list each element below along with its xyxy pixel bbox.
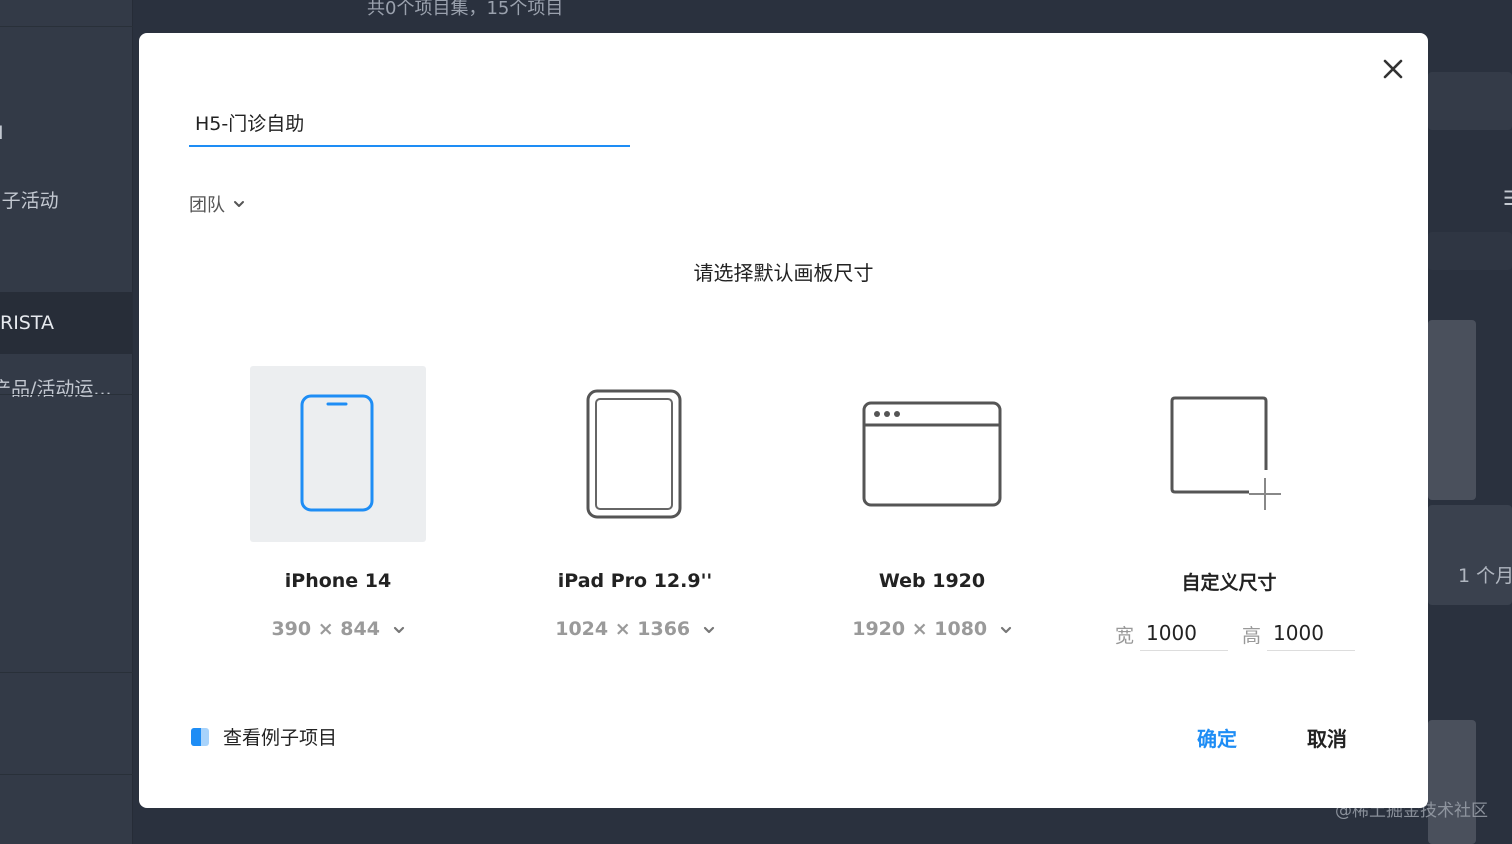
background-card <box>1428 505 1512 605</box>
view-example-projects-link[interactable]: 查看例子项目 <box>189 723 337 750</box>
device-name: iPhone 14 <box>284 570 392 592</box>
sidebar-divider <box>0 394 133 395</box>
device-thumbnail <box>547 366 723 542</box>
device-name: iPad Pro 12.9'' <box>557 570 713 592</box>
sidebar-divider <box>0 26 133 27</box>
sidebar-item-label[interactable]: I子活动 <box>0 186 59 213</box>
device-option-iphone[interactable]: iPhone 14 390 × 844 <box>228 366 448 646</box>
device-name: 自定义尺寸 <box>1181 572 1277 594</box>
tablet-icon <box>586 389 682 519</box>
device-thumbnail <box>844 366 1020 542</box>
width-input[interactable] <box>1140 617 1229 649</box>
device-size-dropdown[interactable]: 1920 × 1080 <box>822 618 1042 640</box>
chevron-down-icon <box>703 626 714 633</box>
view-example-projects-label: 查看例子项目 <box>223 727 338 749</box>
device-option-web[interactable]: Web 1920 1920 × 1080 <box>822 366 1042 646</box>
close-icon <box>1383 59 1403 79</box>
close-button[interactable] <box>1381 57 1405 81</box>
project-name-field <box>189 101 630 147</box>
device-name: Web 1920 <box>878 570 986 592</box>
sidebar-divider <box>0 672 133 673</box>
sidebar-item-label[interactable]: 产品/活动运... <box>0 374 112 401</box>
confirm-button[interactable]: 确定 <box>1197 723 1237 752</box>
sidebar-item-label[interactable]: I <box>0 122 4 144</box>
device-option-custom[interactable]: 自定义尺寸 <box>1119 366 1339 606</box>
chevron-down-icon <box>1000 626 1011 633</box>
device-size-dropdown[interactable]: 390 × 844 <box>228 618 448 640</box>
height-label: 高 <box>1242 625 1262 647</box>
phone-icon <box>300 394 374 512</box>
browser-window-icon <box>862 401 1002 507</box>
cancel-button[interactable]: 取消 <box>1307 723 1347 752</box>
height-input[interactable] <box>1267 617 1356 649</box>
sidebar-divider <box>0 774 133 775</box>
device-size: 1024 × 1366 <box>555 618 691 640</box>
background-thumbnail <box>1428 320 1476 500</box>
book-icon <box>191 727 209 746</box>
team-label: 团队 <box>189 195 225 216</box>
custom-size-fields: 宽 高 <box>1115 617 1369 651</box>
chevron-down-icon <box>393 626 404 633</box>
background-card <box>1428 72 1512 130</box>
project-count-text: 共0个项目集，15个项目 <box>367 0 564 19</box>
sidebar-item-label[interactable]: RISTA <box>0 312 54 334</box>
device-size-dropdown[interactable]: 1024 × 1366 <box>525 618 745 640</box>
device-option-ipad[interactable]: iPad Pro 12.9'' 1024 × 1366 <box>525 366 745 646</box>
menu-icon[interactable]: ☰ <box>1503 186 1512 210</box>
height-field <box>1267 617 1356 651</box>
width-field <box>1140 617 1229 651</box>
section-title: 请选择默认画板尺寸 <box>693 261 874 285</box>
custom-size-icon <box>1170 396 1281 510</box>
device-thumbnail <box>1141 366 1317 542</box>
background-card <box>1428 232 1512 270</box>
background-sidebar: I I子活动 RISTA 产品/活动运... <box>0 0 133 844</box>
device-size: 390 × 844 <box>271 618 380 640</box>
chevron-down-icon <box>234 201 244 207</box>
device-thumbnail <box>250 366 426 542</box>
time-ago-text: 1 个月 <box>1458 565 1512 587</box>
project-name-input[interactable] <box>189 101 630 143</box>
team-dropdown[interactable]: 团队 <box>189 191 245 217</box>
new-project-dialog: 团队 请选择默认画板尺寸 iPhone 14 390 × 844 <box>139 33 1428 808</box>
width-label: 宽 <box>1115 625 1135 647</box>
background-thumbnail <box>1428 720 1476 844</box>
device-size: 1920 × 1080 <box>852 618 988 640</box>
